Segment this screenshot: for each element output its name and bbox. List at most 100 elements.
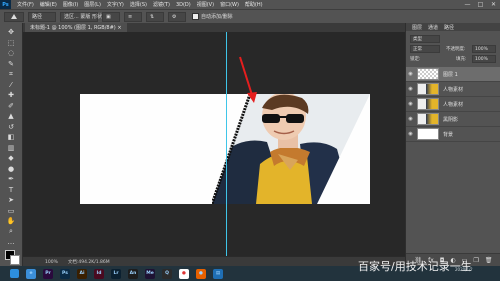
healing-tool-icon[interactable]: ✚ [3, 90, 19, 100]
kind-filter-select[interactable]: 类型 [410, 35, 440, 43]
blur-tool-icon[interactable]: ◆ [3, 153, 19, 163]
stamp-tool-icon[interactable]: ▲ [3, 111, 19, 121]
me-icon[interactable]: Me [145, 268, 155, 279]
brush-tool-icon[interactable]: ✐ [3, 101, 19, 111]
layer-name: 人物素材 [443, 101, 464, 108]
eye-icon[interactable]: ◉ [406, 86, 415, 92]
eye-icon[interactable]: ◉ [406, 71, 415, 77]
auto-add-delete-label: 自动添加/删除 [201, 14, 233, 20]
eyedropper-tool-icon[interactable]: ⁄ [3, 80, 19, 90]
gear-icon[interactable]: ⚙ [168, 11, 186, 22]
layer-row[interactable]: ◉ 黑阴影 [406, 112, 500, 127]
eye-icon[interactable]: ◉ [406, 101, 415, 107]
minimize-button[interactable]: — [461, 1, 474, 8]
shape-tool-icon[interactable]: ▭ [3, 206, 19, 216]
layers-panel: 图层 通道 路径 类型 正常 不透明度: 100% 锁定: 填充: 100% ◉… [405, 23, 500, 267]
menu-view[interactable]: 视图(V) [197, 1, 214, 8]
layer-row[interactable]: ◉ 人物素材 [406, 97, 500, 112]
layer-thumbnail [417, 128, 439, 140]
tools-panel: ✥ ⬚ ◌ ✎ ⌗ ⁄ ✚ ✐ ▲ ↺ ◧ ▥ ◆ ● ✒ T ➤ ▭ ✋ ⌕… [0, 23, 23, 266]
background-color-swatch[interactable] [10, 255, 20, 265]
move-tool-icon[interactable]: ✥ [3, 27, 19, 37]
eye-icon[interactable]: ◉ [406, 131, 415, 137]
menu-3d[interactable]: 3D(D) [176, 2, 191, 8]
eraser-tool-icon[interactable]: ◧ [3, 132, 19, 142]
layer-thumbnail [417, 68, 439, 80]
pr-icon[interactable]: Pr [43, 268, 53, 279]
menu-filter[interactable]: 滤镜(T) [153, 1, 170, 8]
crop-tool-icon[interactable]: ⌗ [3, 69, 19, 79]
panel-tabs: 图层 通道 路径 [406, 23, 500, 31]
tab-paths[interactable]: 路径 [444, 24, 454, 31]
window-controls: — □ ✕ [461, 1, 500, 8]
tool-preset-picker[interactable] [4, 11, 24, 22]
lr-icon[interactable]: Lr [111, 268, 121, 279]
tab-channels[interactable]: 通道 [428, 24, 438, 31]
maximize-button[interactable]: □ [474, 1, 487, 8]
vertical-guide[interactable] [226, 32, 227, 256]
opacity-field[interactable]: 100% [472, 45, 496, 53]
zoom-level[interactable]: 100% [45, 260, 58, 265]
make-selection-button[interactable]: 选区... 蒙版 形状 [60, 11, 102, 22]
ps-icon[interactable]: Ps [60, 268, 70, 279]
pen-tool-icon [11, 14, 17, 19]
system-tray-date: 2020/1/? [455, 267, 473, 272]
layer-row[interactable]: ◉ 人物素材 [406, 82, 500, 97]
menu-select[interactable]: 选择(S) [130, 1, 147, 8]
id-icon[interactable]: Id [94, 268, 104, 279]
options-bar: 路径 选区... 蒙版 形状 ▣ ≡ ⇅ ⚙ 自动添加/删除 [0, 9, 500, 24]
layer-name: 人物素材 [443, 86, 464, 93]
eye-icon[interactable]: ◉ [406, 116, 415, 122]
menu-edit[interactable]: 编辑(E) [40, 1, 57, 8]
red-arrow-annotation [239, 56, 257, 103]
pen-tool-icon[interactable]: ✒ [3, 174, 19, 184]
path-align-icon[interactable]: ≡ [124, 11, 142, 22]
menu-layer[interactable]: 图层(L) [84, 1, 101, 8]
layer-thumbnail [417, 98, 439, 110]
person-photo-layer [212, 94, 370, 204]
document-tab[interactable]: 未标题-1 @ 100% (图层 1, RGB/8#) × [25, 23, 127, 32]
fill-field[interactable]: 100% [472, 55, 496, 63]
trash-icon[interactable]: 🗑 [485, 257, 493, 264]
marquee-tool-icon[interactable]: ⬚ [3, 38, 19, 48]
layer-row[interactable]: ◉ 图层 1 [406, 67, 500, 82]
hand-tool-icon[interactable]: ✋ [3, 216, 19, 226]
menu-image[interactable]: 图像(I) [63, 1, 78, 8]
menu-help[interactable]: 帮助(H) [245, 1, 263, 8]
layer-name: 图层 1 [443, 71, 458, 78]
mode-select[interactable]: 路径 [28, 11, 56, 22]
layer-thumbnail [417, 113, 439, 125]
edge-icon[interactable]: e [26, 268, 36, 279]
zoom-tool-icon[interactable]: ⌕ [3, 227, 19, 237]
lasso-tool-icon[interactable]: ◌ [3, 48, 19, 58]
blend-mode-select[interactable]: 正常 [410, 45, 440, 53]
tab-layers[interactable]: 图层 [412, 24, 422, 31]
gradient-tool-icon[interactable]: ▥ [3, 143, 19, 153]
firefox-icon[interactable]: ● [196, 268, 206, 279]
close-button[interactable]: ✕ [487, 1, 500, 8]
layer-row[interactable]: ◉ 背景 [406, 127, 500, 142]
more-tool-icon[interactable]: … [3, 237, 19, 247]
files-icon[interactable]: ▤ [213, 268, 223, 279]
menu-type[interactable]: 文字(Y) [107, 1, 124, 8]
quick-select-tool-icon[interactable]: ✎ [3, 59, 19, 69]
path-arrange-icon[interactable]: ⇅ [146, 11, 164, 22]
an-icon[interactable]: An [128, 268, 138, 279]
type-tool-icon[interactable]: T [3, 185, 19, 195]
path-ops-icon[interactable]: ▣ [102, 11, 120, 22]
auto-add-delete-checkbox[interactable] [192, 13, 199, 20]
dodge-tool-icon[interactable]: ● [3, 164, 19, 174]
menu-file[interactable]: 文件(F) [17, 1, 34, 8]
menu-window[interactable]: 窗口(W) [220, 1, 239, 8]
document-info: 文档:494.2K/1.86M [67, 260, 110, 265]
ai-icon[interactable]: Ai [77, 268, 87, 279]
path-select-tool-icon[interactable]: ➤ [3, 195, 19, 205]
history-brush-tool-icon[interactable]: ↺ [3, 122, 19, 132]
photoshop-logo: Ps [0, 0, 11, 9]
chrome-icon[interactable]: ● [179, 268, 189, 279]
start-button[interactable] [10, 269, 19, 278]
menu-bar: Ps 文件(F) 编辑(E) 图像(I) 图层(L) 文字(Y) 选择(S) 滤… [0, 0, 500, 9]
new-layer-icon[interactable]: ❐ [473, 257, 478, 264]
qq-icon[interactable]: Q [162, 268, 172, 279]
layer-thumbnail [417, 83, 439, 95]
